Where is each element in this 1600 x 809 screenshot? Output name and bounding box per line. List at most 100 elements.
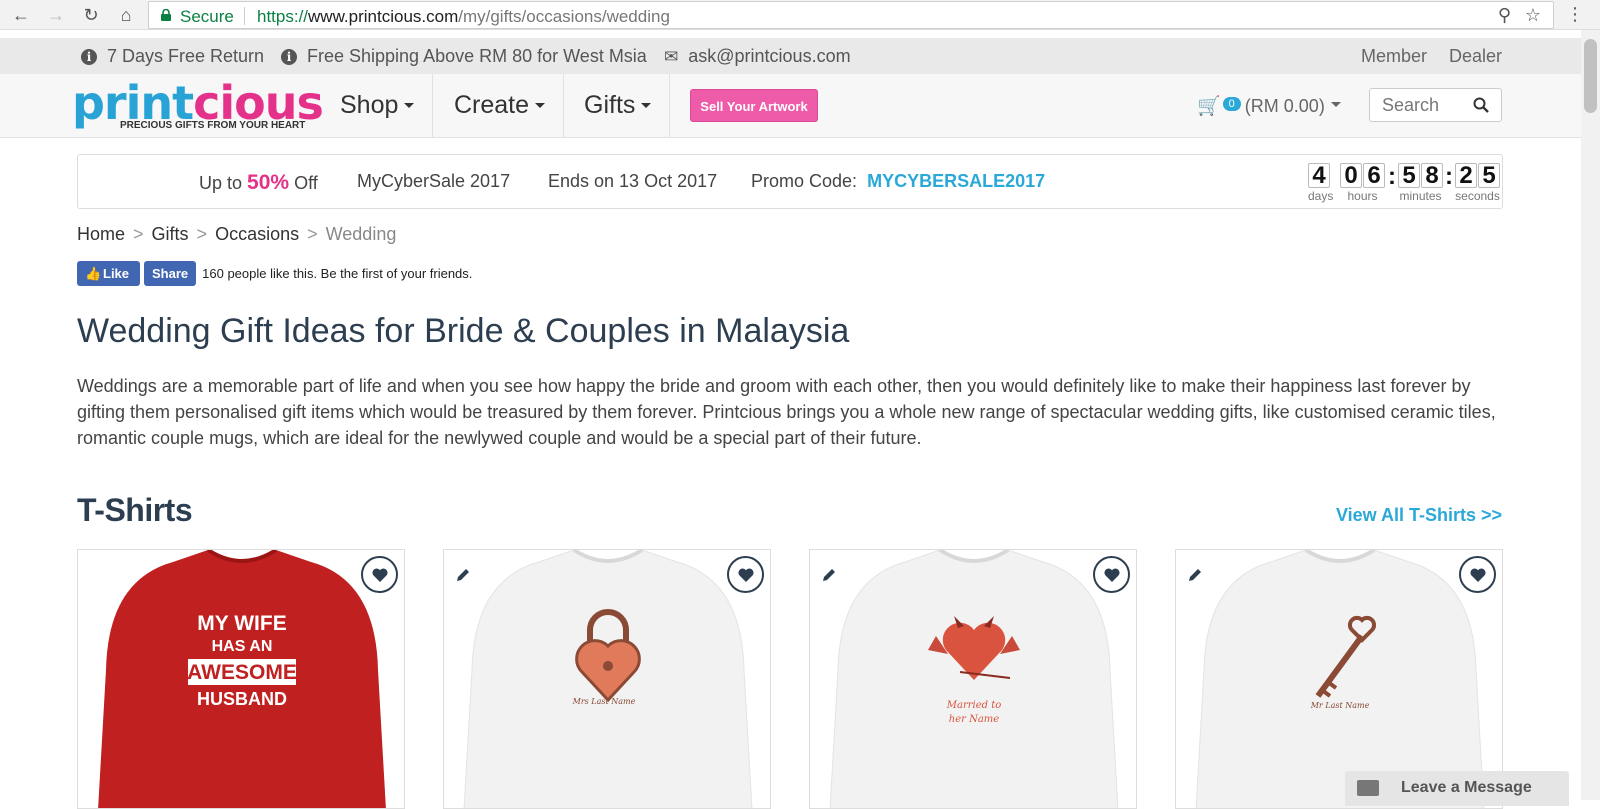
free-return-info: i 7 Days Free Return	[81, 46, 264, 67]
heart-icon	[1104, 568, 1120, 582]
countdown-seconds-label: seconds	[1455, 189, 1500, 203]
back-arrow-icon[interactable]: ←	[10, 4, 32, 26]
tshirt-print-line: Married to	[946, 700, 1002, 711]
logo-tagline: PRECIOUS GIFTS FROM YOUR HEART	[120, 120, 306, 131]
wishlist-heart-button[interactable]	[727, 556, 764, 593]
url-host: www.printcious.com	[308, 7, 459, 26]
cart-total: (RM 0.00)	[1244, 96, 1325, 116]
tshirt-print-line: Mrs Last Name	[572, 697, 636, 706]
leave-message-label: Leave a Message	[1401, 779, 1532, 796]
address-bar[interactable]: Secure https://www.printcious.com/my/gif…	[148, 1, 1554, 29]
product-card[interactable]: Married to her Name	[809, 549, 1137, 809]
countdown-days-label: days	[1308, 189, 1334, 203]
envelope-icon	[1357, 780, 1379, 796]
nav-gifts-label: Gifts	[584, 91, 636, 119]
free-shipping-info: i Free Shipping Above RM 80 for West Msia	[281, 46, 647, 67]
promo-sale-name: MyCyberSale 2017	[357, 171, 511, 191]
promo-code[interactable]: MYCYBERSALE2017	[867, 171, 1045, 191]
white-tshirt-devil-heart-image: Married to her Name	[810, 550, 1136, 808]
product-card[interactable]: Mr Last Name	[1175, 549, 1503, 809]
browser-menu-icon[interactable]: ⋮	[1566, 4, 1584, 25]
tshirt-print-line: AWESOME	[187, 661, 297, 684]
email-info[interactable]: ✉ ask@printcious.com	[664, 46, 851, 67]
envelope-icon: ✉	[664, 47, 679, 66]
caret-down-icon	[404, 103, 415, 108]
product-card[interactable]: MY WIFE HAS AN AWESOME HUSBAND	[77, 549, 405, 809]
white-tshirt-padlock-image: Mrs Last Name	[444, 550, 770, 808]
nav-create[interactable]: Create	[436, 74, 565, 137]
nav-gifts[interactable]: Gifts	[566, 74, 671, 137]
search-icon[interactable]	[1473, 97, 1489, 113]
promo-upto: Up to	[199, 173, 243, 193]
search-box[interactable]	[1369, 88, 1502, 122]
countdown-digit: 5	[1398, 163, 1420, 188]
countdown-seconds: 25 seconds	[1455, 163, 1500, 203]
facebook-share-button[interactable]: Share	[144, 261, 197, 286]
promo-discount: Up to 50% Off	[199, 171, 318, 195]
red-tshirt-image: MY WIFE HAS AN AWESOME HUSBAND	[78, 550, 404, 808]
countdown-colon: :	[1445, 163, 1453, 190]
dealer-link[interactable]: Dealer	[1449, 46, 1502, 67]
sell-your-artwork-button[interactable]: Sell Your Artwork	[690, 89, 818, 122]
view-all-tshirts-link[interactable]: View All T-Shirts >>	[1336, 505, 1502, 526]
breadcrumb-separator: >	[196, 224, 208, 244]
tshirt-print-line: HUSBAND	[197, 689, 287, 709]
url-text[interactable]: https://www.printcious.com/my/gifts/occa…	[257, 7, 670, 27]
heart-icon	[372, 568, 388, 582]
countdown-colon: :	[1388, 163, 1396, 190]
key-icon[interactable]: ⚲	[1498, 5, 1511, 26]
breadcrumb-gifts[interactable]: Gifts	[152, 224, 189, 244]
promo-off: Off	[294, 173, 318, 193]
info-icon: i	[281, 49, 297, 65]
countdown-hours: 06 hours	[1340, 163, 1385, 203]
breadcrumb-home[interactable]: Home	[77, 224, 125, 244]
countdown-minutes-label: minutes	[1399, 189, 1442, 203]
scroll-thumb[interactable]	[1584, 39, 1597, 113]
search-input[interactable]	[1382, 95, 1462, 116]
breadcrumb-occasions[interactable]: Occasions	[215, 224, 299, 244]
facebook-like-button[interactable]: 👍 Like	[77, 261, 140, 286]
pencil-icon[interactable]	[1186, 566, 1204, 584]
scrollbar[interactable]	[1581, 30, 1600, 800]
browser-toolbar: ← → ↻ ⌂ Secure https://www.printcious.co…	[0, 0, 1600, 30]
promo-percent: 50%	[247, 171, 290, 194]
countdown-digit: 6	[1363, 163, 1385, 188]
product-card[interactable]: Mrs Last Name	[443, 549, 771, 809]
pencil-icon[interactable]	[454, 566, 472, 584]
lock-icon	[161, 9, 171, 21]
pencil-icon[interactable]	[820, 566, 838, 584]
nav-create-label: Create	[454, 91, 530, 119]
reload-icon[interactable]: ↻	[80, 4, 102, 26]
thumbs-up-icon: 👍	[85, 266, 102, 281]
page-description: Weddings are a memorable part of life an…	[77, 376, 1496, 448]
main-navigation: printcious PRECIOUS GIFTS FROM YOUR HEAR…	[0, 74, 1581, 138]
member-link[interactable]: Member	[1361, 46, 1427, 67]
email-text[interactable]: ask@printcious.com	[688, 46, 850, 66]
cart[interactable]: 🛒 0 (RM 0.00)	[1197, 94, 1341, 118]
nav-shop-label: Shop	[340, 91, 399, 119]
caret-down-icon	[641, 103, 652, 108]
countdown-minutes: 58 minutes	[1398, 163, 1443, 203]
facebook-like-label: Like	[103, 266, 130, 281]
breadcrumb-separator: >	[307, 224, 318, 244]
heart-icon	[738, 568, 754, 582]
url-scheme: https://	[257, 7, 309, 26]
forward-arrow-icon[interactable]: →	[45, 4, 67, 26]
wishlist-heart-button[interactable]	[1459, 556, 1496, 593]
countdown-digit: 8	[1421, 163, 1443, 188]
home-icon[interactable]: ⌂	[115, 4, 137, 26]
printcious-logo[interactable]: printcious PRECIOUS GIFTS FROM YOUR HEAR…	[72, 76, 324, 134]
shopping-cart-icon: 🛒	[1197, 96, 1221, 117]
breadcrumb-current: Wedding	[325, 224, 397, 244]
countdown-days: 4 days	[1308, 163, 1333, 203]
tshirt-print-line: her Name	[949, 714, 1000, 725]
tshirt-print-line: Mr Last Name	[1310, 701, 1370, 710]
nav-shop[interactable]: Shop	[322, 74, 434, 137]
section-title: T-Shirts	[77, 492, 193, 528]
leave-message-widget[interactable]: Leave a Message	[1345, 771, 1569, 806]
free-return-text: 7 Days Free Return	[107, 46, 265, 66]
wishlist-heart-button[interactable]	[361, 556, 398, 593]
promo-ends: Ends on 13 Oct 2017	[548, 171, 718, 191]
star-icon[interactable]: ☆	[1525, 5, 1541, 26]
wishlist-heart-button[interactable]	[1093, 556, 1130, 593]
